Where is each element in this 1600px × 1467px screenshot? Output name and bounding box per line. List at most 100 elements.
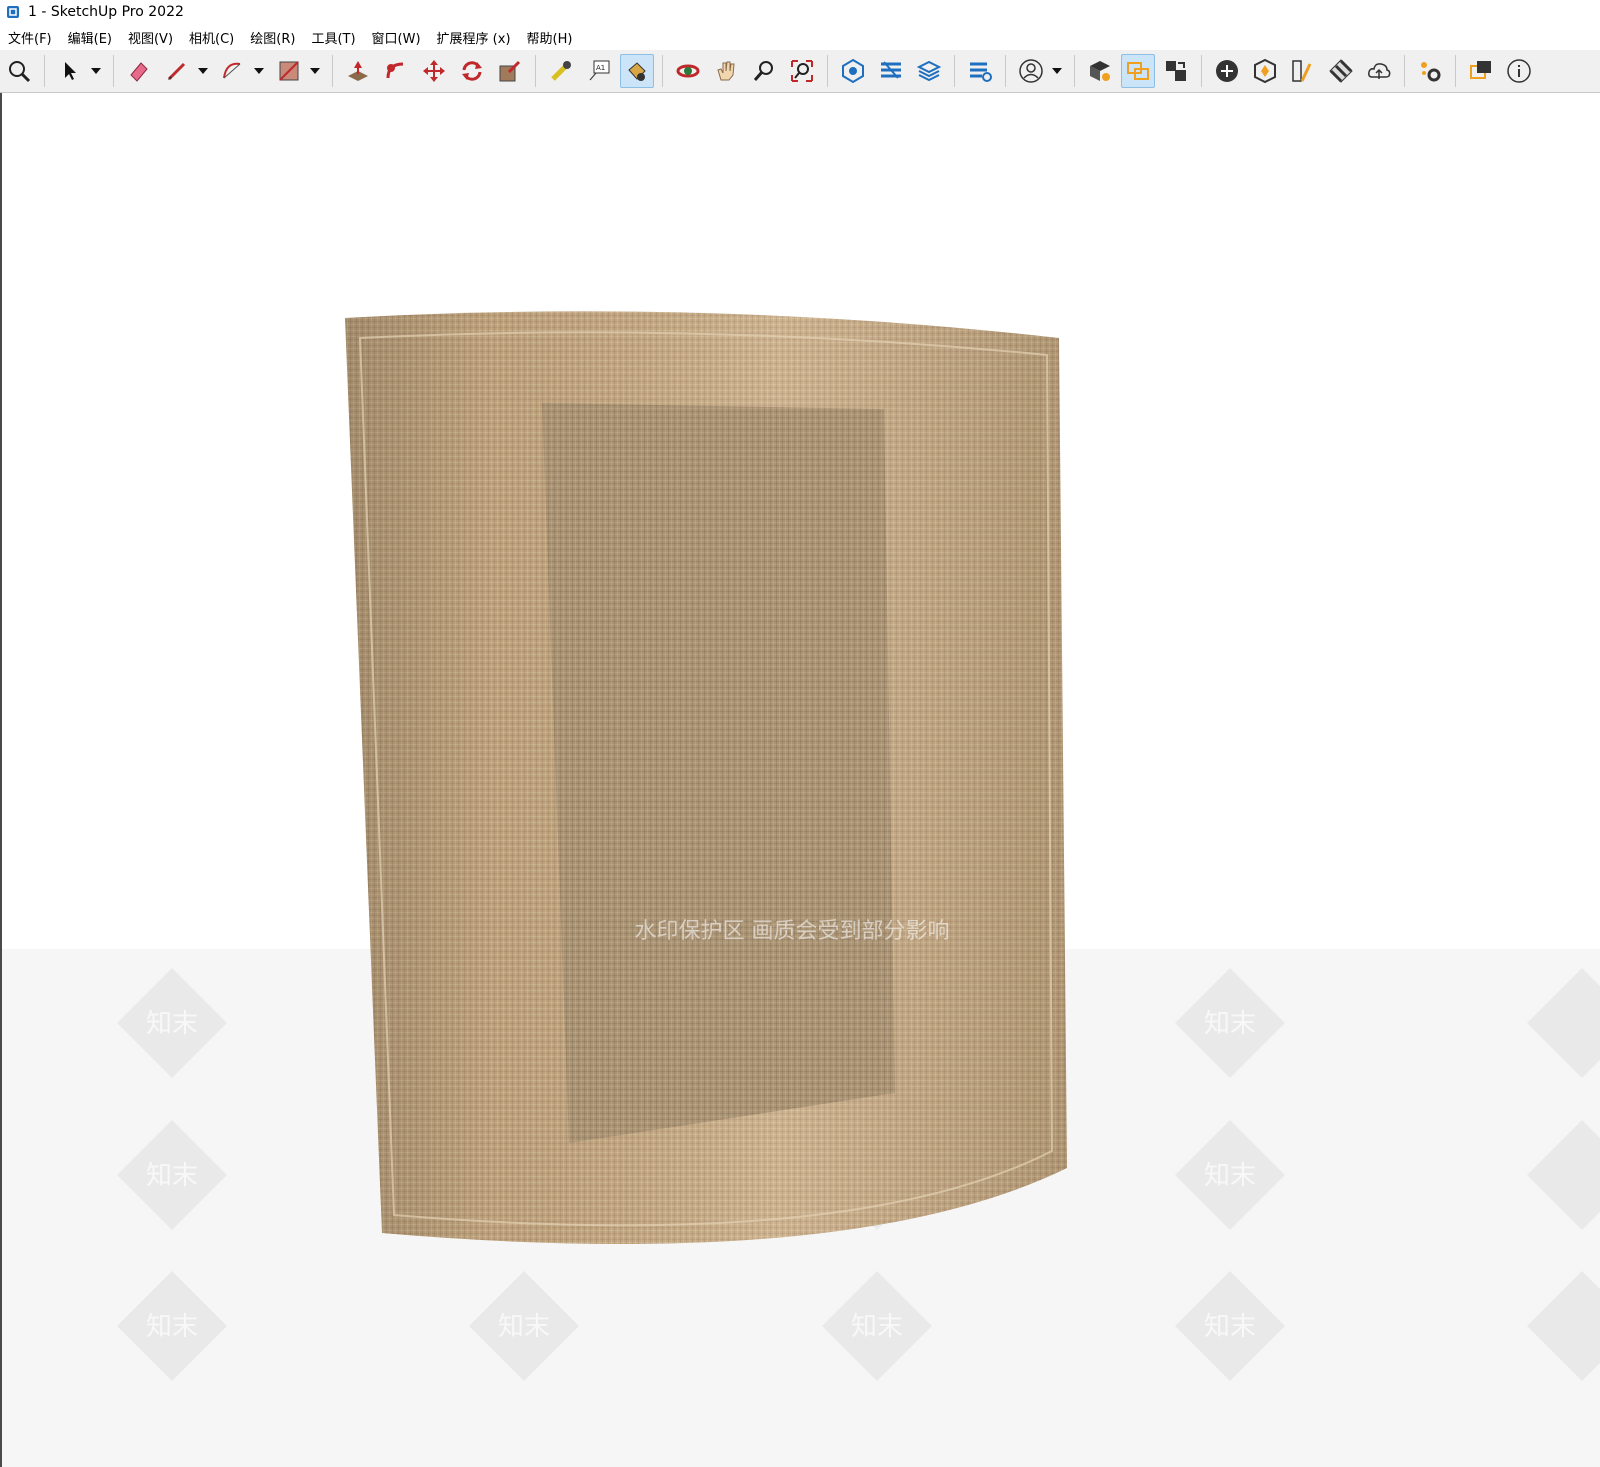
scale-button[interactable] (493, 54, 527, 88)
pan-button[interactable] (709, 54, 743, 88)
cloud-upload-icon (1368, 63, 1391, 79)
push-pull-icon (348, 61, 368, 81)
toolbar-separator (954, 55, 955, 87)
extension-manager-button[interactable] (963, 54, 997, 88)
model-viewport[interactable]: 水印保护区 画质会受到部分影响 知末 知末 知末 知末 知末 知末 知末 知末 (0, 93, 1600, 1467)
eraser-button[interactable] (122, 54, 156, 88)
text-button[interactable]: A1 (582, 54, 616, 88)
menu-view[interactable]: 视图(V) (120, 28, 181, 47)
fabric-panel (542, 403, 895, 1143)
settings-button[interactable] (1413, 54, 1447, 88)
add-location-button[interactable] (1210, 54, 1244, 88)
dialog-icon (1470, 61, 1491, 79)
tile-label: 知末 (1204, 1161, 1256, 1191)
toolbar-separator (535, 55, 536, 87)
section-icon (1254, 58, 1276, 84)
zoom-extents-button[interactable] (2, 54, 36, 88)
checker-button[interactable] (1324, 54, 1358, 88)
paint-bucket-button[interactable] (620, 54, 654, 88)
select-icon (65, 62, 76, 80)
pencil-dropdown[interactable] (196, 54, 210, 88)
arc-dropdown[interactable] (252, 54, 266, 88)
dialog-button[interactable] (1464, 54, 1498, 88)
sketchup-app-icon (7, 6, 19, 18)
menu-extensions[interactable]: 扩展程序 (x) (429, 28, 519, 47)
pan-icon (717, 61, 735, 81)
rotate-icon (462, 61, 482, 81)
fabric-cylinder[interactable] (345, 311, 1067, 1245)
chevron-down-icon (1052, 68, 1062, 74)
profile-button[interactable] (1014, 54, 1048, 88)
follow-me-button[interactable] (379, 54, 413, 88)
layers-icon (916, 60, 942, 82)
watermark-text: 水印保护区 画质会受到部分影响 (635, 919, 950, 944)
section-button[interactable] (1248, 54, 1282, 88)
toolbar-separator (1201, 55, 1202, 87)
tape-measure-icon (551, 61, 571, 81)
rotate-button[interactable] (455, 54, 489, 88)
info-icon (1507, 59, 1531, 83)
tape-measure-button[interactable] (544, 54, 578, 88)
solid-inspector-button[interactable] (1083, 54, 1117, 88)
warehouse-button[interactable] (836, 54, 870, 88)
menu-edit[interactable]: 编辑(E) (60, 28, 120, 47)
info-button[interactable] (1502, 54, 1536, 88)
window-title: 1 - SketchUp Pro 2022 (28, 4, 184, 20)
chevron-down-icon (198, 68, 208, 74)
scene-icon (1166, 61, 1186, 81)
cloud-upload-button[interactable] (1362, 54, 1396, 88)
shape-dropdown[interactable] (308, 54, 322, 88)
paint-bucket-icon (628, 62, 646, 81)
orbit-icon (676, 64, 700, 78)
scene-canvas[interactable]: 水印保护区 画质会受到部分影响 知末 知末 知末 知末 知末 知末 知末 知末 (2, 93, 1600, 1467)
extension-manager-icon (970, 62, 992, 82)
settings-icon (1421, 62, 1441, 82)
menu-tools[interactable]: 工具(T) (303, 28, 363, 47)
tile-label: 知末 (146, 1312, 198, 1342)
follow-me-icon (386, 62, 404, 79)
pencil-button[interactable] (160, 54, 194, 88)
eraser-icon (130, 62, 148, 82)
zoom-extents-icon (9, 61, 31, 83)
move-button[interactable] (417, 54, 451, 88)
scene-button[interactable] (1159, 54, 1193, 88)
tile-label: 知末 (146, 1009, 198, 1039)
layers-button[interactable] (912, 54, 946, 88)
zoom-button[interactable] (747, 54, 781, 88)
extension-icon (881, 61, 901, 79)
tile-label: 知末 (1204, 1312, 1256, 1342)
tile-label: 知末 (146, 1161, 198, 1191)
extension-button[interactable] (874, 54, 908, 88)
arc-button[interactable] (216, 54, 250, 88)
scale-icon (499, 60, 521, 82)
tag-transfer-button[interactable] (1121, 54, 1155, 88)
orbit-button[interactable] (671, 54, 705, 88)
profile-dropdown[interactable] (1050, 54, 1064, 88)
styles-button[interactable] (1286, 54, 1320, 88)
solid-inspector-icon (1090, 61, 1110, 81)
chevron-down-icon (310, 68, 320, 74)
arc-icon (223, 62, 241, 79)
styles-icon (1292, 60, 1312, 82)
warehouse-icon (842, 58, 864, 84)
toolbar-separator (113, 55, 114, 87)
menu-help[interactable]: 帮助(H) (519, 28, 581, 47)
toolbar-separator (332, 55, 333, 87)
zoom-window-icon (791, 60, 813, 82)
text-icon: A1 (589, 60, 610, 81)
toolbar-separator (44, 55, 45, 87)
menu-draw[interactable]: 绘图(R) (242, 28, 303, 47)
svg-text:A1: A1 (596, 64, 605, 72)
menu-file[interactable]: 文件(F) (0, 28, 60, 47)
shape-button[interactable] (272, 54, 306, 88)
main-toolbar: A1 (0, 50, 1600, 93)
zoom-window-button[interactable] (785, 54, 819, 88)
menu-camera[interactable]: 相机(C) (181, 28, 242, 47)
push-pull-button[interactable] (341, 54, 375, 88)
select-dropdown[interactable] (89, 54, 103, 88)
pencil-icon (167, 62, 186, 81)
menu-window[interactable]: 窗口(W) (364, 28, 429, 47)
profile-icon (1019, 59, 1043, 83)
select-button[interactable] (53, 54, 87, 88)
title-bar: 1 - SketchUp Pro 2022 (0, 0, 1600, 24)
